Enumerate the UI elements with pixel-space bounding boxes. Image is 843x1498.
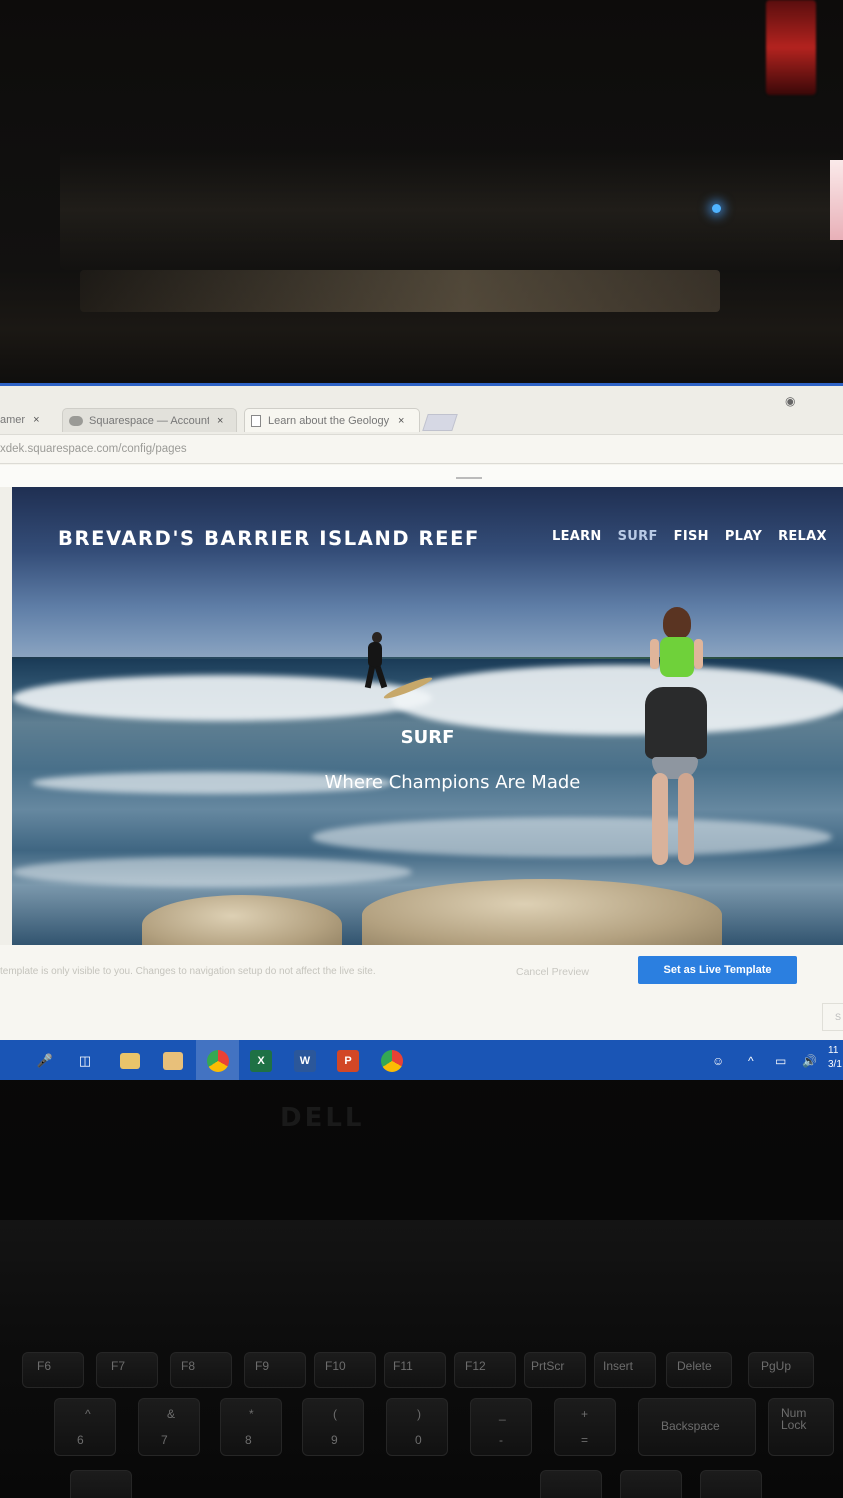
background-pink-object [830, 160, 843, 240]
url-text[interactable]: xdek.squarespace.com/config/pages [0, 443, 187, 455]
squarespace-icon [69, 415, 83, 426]
laptop-keyboard: F6 F7 F8 F9 F10 F11 F12 PrtScr Insert De… [0, 1220, 843, 1498]
chevron-up-icon[interactable]: ^ [748, 1054, 754, 1068]
background-shelf [60, 150, 840, 270]
hero-heading: SURF [400, 727, 455, 748]
save-edge-button[interactable]: S [822, 1003, 843, 1031]
chrome-alt-icon[interactable] [381, 1050, 403, 1072]
windows-taskbar: 🎤 ◫ X W P ☺ ^ ▭ 🔊 11 3/1 [0, 1040, 843, 1080]
photo-scene: amer × Squarespace — Account × Learn abo… [0, 0, 843, 1498]
key: (9 [302, 1398, 364, 1456]
key: F7 [96, 1352, 158, 1388]
key [70, 1470, 132, 1498]
nav-link-fish[interactable]: FISH [674, 529, 709, 544]
key: F8 [170, 1352, 232, 1388]
close-tab-icon[interactable]: × [217, 415, 223, 427]
new-tab-button[interactable] [422, 414, 458, 431]
key: * 8 [220, 1398, 282, 1456]
key: PrtScr [524, 1352, 586, 1388]
profile-icon[interactable]: ◉ [785, 394, 795, 408]
key: PgUp [748, 1352, 814, 1388]
battery-icon[interactable]: ▭ [775, 1054, 786, 1068]
key: F10 [314, 1352, 376, 1388]
preview-notice: template is only visible to you. Changes… [0, 966, 376, 977]
powerpoint-icon[interactable]: P [337, 1050, 359, 1072]
laptop-brand-logo: DELL [280, 1103, 365, 1133]
laptop-screen: amer × Squarespace — Account × Learn abo… [0, 383, 843, 1080]
child-figure [642, 607, 712, 697]
address-bar[interactable]: xdek.squarespace.com/config/pages [0, 434, 843, 464]
task-view-icon[interactable]: ◫ [74, 1050, 96, 1072]
key: Delete [666, 1352, 732, 1388]
browser-tab-squarespace[interactable]: Squarespace — Account × [62, 408, 237, 432]
background-light [80, 270, 720, 312]
browser-tab-geology[interactable]: Learn about the Geology × [244, 408, 420, 432]
key: F6 [22, 1352, 84, 1388]
wave-foam [392, 665, 843, 735]
word-icon[interactable]: W [294, 1050, 316, 1072]
nav-link-surf[interactable]: SURF [618, 529, 658, 544]
site-navigation: LEARN SURF FISH PLAY RELAX [552, 529, 827, 544]
key-numlock: Num Lock [768, 1398, 834, 1456]
excel-icon[interactable]: X [250, 1050, 272, 1072]
hero-subheading: Where Champions Are Made [324, 772, 581, 793]
nav-link-relax[interactable]: RELAX [778, 529, 827, 544]
key: Insert [594, 1352, 656, 1388]
key: F12 [454, 1352, 516, 1388]
key: ^ 6 [54, 1398, 116, 1456]
key [700, 1470, 762, 1498]
surfer-figure [362, 632, 390, 692]
site-preview: BREVARD'S BARRIER ISLAND REEF LEARN SURF… [0, 487, 843, 945]
key: _ - [470, 1398, 532, 1456]
nav-link-play[interactable]: PLAY [725, 529, 762, 544]
editor-top-bar [0, 465, 843, 487]
document-icon [251, 414, 261, 427]
site-title[interactable]: BREVARD'S BARRIER ISLAND REEF [58, 527, 480, 550]
chrome-icon[interactable] [207, 1050, 229, 1072]
file-explorer-icon[interactable] [120, 1053, 140, 1069]
close-tab-icon[interactable]: × [33, 414, 39, 426]
microphone-icon[interactable]: 🎤 [34, 1050, 56, 1072]
template-preview-bar: template is only visible to you. Changes… [0, 945, 843, 1040]
browser-tab[interactable]: amer × [0, 408, 56, 432]
beach-rock [362, 879, 722, 945]
key: & 7 [138, 1398, 200, 1456]
system-clock[interactable]: 11 3/1 [828, 1044, 842, 1072]
key [620, 1470, 682, 1498]
key [540, 1470, 602, 1498]
key: ) 0 [386, 1398, 448, 1456]
key: + = [554, 1398, 616, 1456]
browser-tab-strip: amer × Squarespace — Account × Learn abo… [0, 386, 843, 434]
blue-led-light [712, 204, 721, 213]
people-icon[interactable]: ☺ [712, 1054, 724, 1068]
wave-foam [312, 817, 832, 857]
background-red-object [766, 0, 816, 95]
key: F9 [244, 1352, 306, 1388]
wave-foam [12, 857, 412, 887]
key-backspace: Backspace [638, 1398, 756, 1456]
cancel-preview-link[interactable]: Cancel Preview [516, 966, 589, 978]
store-icon[interactable] [163, 1052, 183, 1070]
set-live-template-button[interactable]: Set as Live Template [638, 956, 797, 984]
drag-handle-icon[interactable] [456, 477, 482, 479]
nav-link-learn[interactable]: LEARN [552, 529, 602, 544]
key: F11 [384, 1352, 446, 1388]
volume-icon[interactable]: 🔊 [802, 1054, 817, 1068]
close-tab-icon[interactable]: × [398, 415, 404, 427]
